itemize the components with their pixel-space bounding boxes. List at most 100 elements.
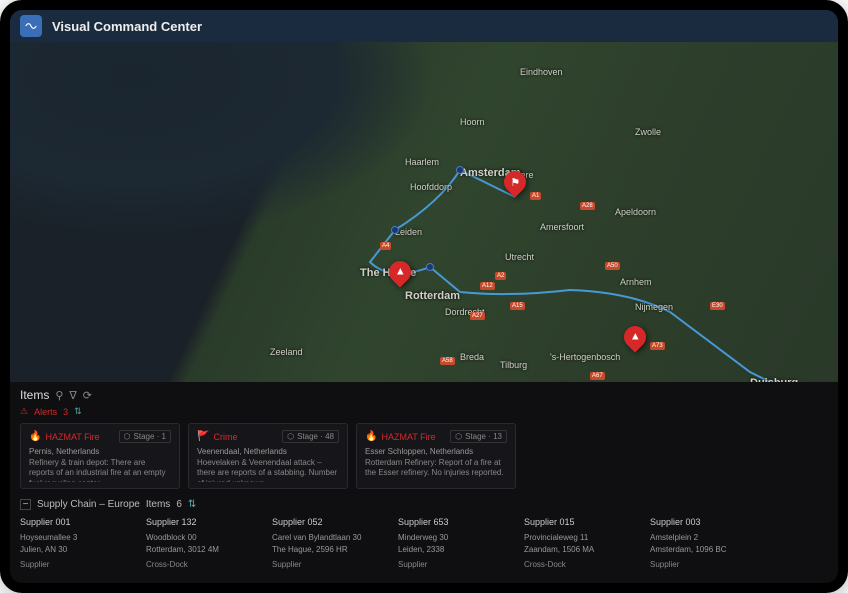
alert-type-icon: 🔥 — [29, 431, 41, 442]
fire-icon: ▲ — [630, 331, 641, 343]
chain-label: Supply Chain – Europe — [37, 499, 140, 510]
waypoint-dot[interactable] — [426, 263, 434, 271]
supplier-type: Supplier — [398, 559, 516, 571]
supply-chain-header: − Supply Chain – Europe Items 6 ⇅ — [20, 499, 828, 510]
road-badge: A73 — [650, 342, 665, 350]
app-header: Visual Command Center — [10, 10, 838, 42]
alert-title: HAZMAT Fire — [381, 432, 446, 442]
supplier-addr2: Amsterdam, 1096 BC — [650, 544, 768, 556]
supplier-addr1: Provincialeweg 11 — [524, 532, 642, 544]
alert-title: HAZMAT Fire — [45, 432, 114, 442]
supplier-addr2: The Hague, 2596 HR — [272, 544, 390, 556]
supplier-card[interactable]: Supplier 003 Amstelplein 2Amsterdam, 1096… — [650, 516, 768, 571]
warning-icon: ⚠ — [20, 406, 28, 417]
city-label: Zwolle — [635, 127, 661, 137]
pin-icon[interactable]: ⚲ — [55, 389, 63, 402]
city-label: Hoorn — [460, 117, 485, 127]
supplier-name: Supplier 003 — [650, 516, 768, 530]
supplier-addr1: Hoyseumallee 3 — [20, 532, 138, 544]
alert-type-icon: 🚩 — [197, 431, 209, 442]
supplier-type: Supplier — [20, 559, 138, 571]
supplier-type: Cross-Dock — [146, 559, 264, 571]
app-window: Visual Command Center EindhovenHoornHaar… — [0, 0, 848, 593]
city-label: Duisburg — [750, 377, 798, 382]
filter-icon[interactable]: ∇ — [69, 389, 76, 402]
city-label: Tilburg — [500, 360, 527, 370]
chain-count: 6 — [176, 499, 182, 510]
map-marker[interactable]: ▲ — [389, 261, 411, 287]
city-label: Breda — [460, 352, 484, 362]
alerts-summary: ⚠ Alerts 3 ⇅ — [20, 406, 828, 417]
city-label: Leiden — [395, 227, 422, 237]
collapse-icon[interactable]: − — [20, 499, 31, 510]
alert-title: Crime — [213, 432, 278, 442]
chain-sort-icon[interactable]: ⇅ — [188, 499, 196, 510]
alert-card[interactable]: 🔥 HAZMAT Fire ⬡Stage · 1 Pernis, Netherland… — [20, 423, 180, 489]
supplier-card[interactable]: Supplier 015Provincialeweg 11Zaandam, 15… — [524, 516, 642, 571]
items-label: Items — [20, 388, 49, 402]
city-label: Haarlem — [405, 157, 439, 167]
alert-type-icon: 🔥 — [365, 431, 377, 442]
road-badge: A15 — [510, 302, 525, 310]
supplier-type: Cross-Dock — [524, 559, 642, 571]
supplier-card[interactable]: Supplier 132Woodblock 00Rotterdam, 3012 … — [146, 516, 264, 571]
supplier-card[interactable]: Supplier 052 Carel van Bylandtlaan 30The … — [272, 516, 390, 571]
road-badge: A2 — [495, 272, 506, 280]
road-badge: E30 — [710, 302, 725, 310]
alert-cards: 🔥 HAZMAT Fire ⬡Stage · 1 Pernis, Netherland… — [20, 423, 828, 489]
alert-card[interactable]: 🔥 HAZMAT Fire ⬡Stage · 13 Esser Schloppen, … — [356, 423, 516, 489]
alert-stage: ⬡Stage · 1 — [119, 430, 171, 443]
road-badge: A12 — [480, 282, 495, 290]
road-badge: A28 — [580, 202, 595, 210]
alert-description: Hoevelaken & Veenendaal attack – there a… — [197, 458, 339, 482]
fire-icon: ▲ — [395, 266, 406, 278]
supplier-addr1: Amstelplein 2 — [650, 532, 768, 544]
waypoint-dot[interactable] — [456, 166, 464, 174]
alert-location: Esser Schloppen, Netherlands — [365, 447, 507, 456]
city-label: Apeldoorn — [615, 207, 656, 217]
city-label: Hoofddorp — [410, 182, 452, 192]
supplier-addr1: Woodblock 00 — [146, 532, 264, 544]
supplier-card[interactable]: Supplier 653 Minderweg 30Leiden, 2338 Supp… — [398, 516, 516, 571]
chain-items-label: Items — [146, 499, 170, 510]
supplier-addr2: Zaandam, 1506 MA — [524, 544, 642, 556]
road-badge: A1 — [530, 192, 541, 200]
city-label: Arnhem — [620, 277, 652, 287]
supplier-addr2: Leiden, 2338 — [398, 544, 516, 556]
map-view[interactable]: EindhovenHoornHaarlemAmsterdamAlmereZwol… — [10, 42, 838, 382]
supplier-type: Supplier — [272, 559, 390, 571]
sort-icon[interactable]: ⇅ — [74, 406, 82, 417]
alert-location: Veenendaal, Netherlands — [197, 447, 339, 456]
alert-description: Refinery & train depot: There are report… — [29, 458, 171, 482]
app-logo-icon — [20, 15, 42, 37]
supplier-name: Supplier 052 — [272, 516, 390, 530]
map-marker[interactable]: ▲ — [624, 326, 646, 352]
supplier-addr2: Julien, AN 30 — [20, 544, 138, 556]
supplier-card[interactable]: Supplier 001Hoyseumallee 3Julien, AN 30S… — [20, 516, 138, 571]
alert-card[interactable]: 🚩Crime⬡Stage · 48Veenendaal, Netherlands… — [188, 423, 348, 489]
app-title: Visual Command Center — [52, 19, 202, 34]
supplier-name: Supplier 132 — [146, 516, 264, 530]
alert-icon: ⚑ — [510, 176, 520, 189]
city-label: Zeeland — [270, 347, 303, 357]
supplier-addr1: Carel van Bylandtlaan 30 — [272, 532, 390, 544]
sea-overlay — [10, 42, 838, 382]
settings-icon[interactable]: ⟳ — [83, 389, 92, 402]
alerts-label: Alerts — [34, 407, 57, 417]
suppliers-list: Supplier 001Hoyseumallee 3Julien, AN 30S… — [20, 516, 828, 571]
alert-stage: ⬡Stage · 13 — [450, 430, 507, 443]
supplier-name: Supplier 653 — [398, 516, 516, 530]
city-label: 's-Hertogenbosch — [550, 352, 620, 362]
road-badge: A58 — [440, 357, 455, 365]
supplier-type: Supplier — [650, 559, 768, 571]
city-label: Rotterdam — [405, 290, 460, 302]
map-marker[interactable]: ⚑ — [504, 171, 526, 197]
alerts-count: 3 — [63, 407, 68, 417]
alert-location: Pernis, Netherlands — [29, 447, 171, 456]
waypoint-dot[interactable] — [391, 226, 399, 234]
supplier-addr1: Minderweg 30 — [398, 532, 516, 544]
alert-description: Rotterdam Refinery: Report of a fire at … — [365, 458, 507, 482]
road-badge: A50 — [605, 262, 620, 270]
road-badge: A67 — [590, 372, 605, 380]
city-label: Amersfoort — [540, 222, 584, 232]
